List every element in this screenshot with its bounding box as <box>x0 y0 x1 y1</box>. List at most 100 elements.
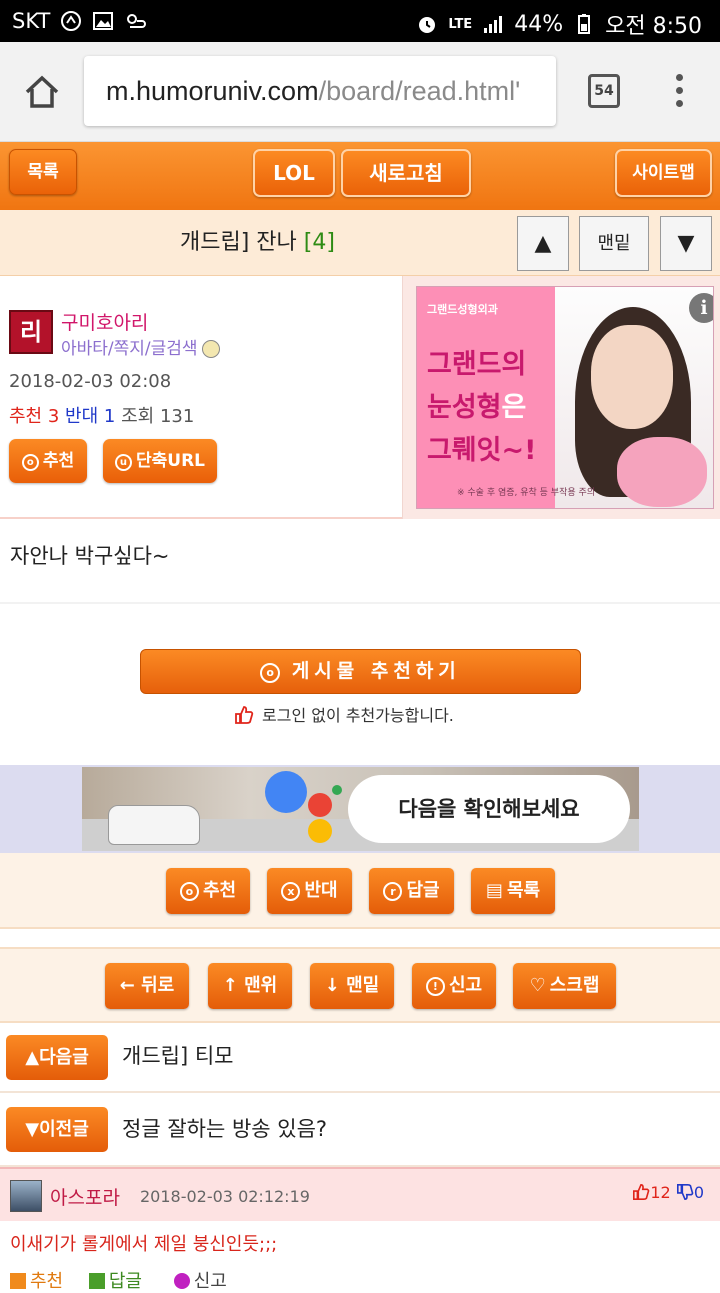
comment-date: 2018-02-03 02:12:19 <box>140 1187 310 1206</box>
oppose-button[interactable]: x 반대 <box>267 868 352 914</box>
address-bar[interactable]: m.humoruniv.com/board/read.html' <box>84 56 556 126</box>
title-row: 개드립] 잔나 [4] ▲ 맨밑 ▼ <box>0 210 720 276</box>
next-post-label: 다음글 <box>39 1047 89 1068</box>
comment-reply-button[interactable]: 답글 <box>109 1271 142 1292</box>
recommend-small-button[interactable]: o 추천 <box>9 439 87 483</box>
opp-count: 1 <box>103 406 116 427</box>
comment-up-count: 12 <box>650 1183 671 1202</box>
go-top-button[interactable]: ↑ 맨위 <box>208 963 292 1009</box>
scroll-up-button[interactable]: ▲ <box>517 216 569 271</box>
ad-line-2: 눈성형은 <box>427 386 536 429</box>
author-avatar[interactable]: 리 <box>9 310 53 354</box>
scroll-down-button[interactable]: ▼ <box>660 216 712 271</box>
list-bottom-button[interactable]: ▤ 목록 <box>471 868 555 914</box>
comment-report-button[interactable]: 신고 <box>194 1271 227 1292</box>
comment-rec-icon <box>10 1273 26 1289</box>
reply-button[interactable]: r 답글 <box>369 868 454 914</box>
no-login-note: 로그인 없이 추천가능합니다. <box>234 702 454 726</box>
recommend-post-label: 게시물 추천하기 <box>291 660 461 682</box>
recommend-post-button[interactable]: o 게시물 추천하기 <box>140 649 581 694</box>
author-links-text[interactable]: 아바타/쪽지/글검색 <box>61 339 198 359</box>
author-links[interactable]: 아바타/쪽지/글검색 <box>61 334 220 359</box>
ad-line-1: 그랜드의 <box>427 349 527 380</box>
post-date: 2018-02-03 02:08 <box>9 371 172 392</box>
assistant-yellow-dot <box>308 819 332 843</box>
comment-rec-button[interactable]: 추천 <box>30 1271 63 1292</box>
post-body: 자안나 박구싶다~ <box>10 544 170 568</box>
comment-actions: 추천 답글 신고 <box>10 1267 227 1293</box>
oppose-label: 반대 <box>304 880 338 901</box>
post-title-text: 개드립] 잔나 <box>180 230 297 255</box>
prev-post-title[interactable]: 정글 잘하는 방송 있음? <box>122 1095 327 1163</box>
views-label: 조회 <box>121 406 155 427</box>
recommend-icon: o <box>21 454 39 471</box>
lol-button[interactable]: LOL <box>253 149 335 197</box>
tab-switcher-button[interactable]: 54 <box>588 74 620 108</box>
comment-down[interactable]: 0 <box>676 1183 704 1202</box>
prev-post-button[interactable]: ▼이전글 <box>6 1107 108 1152</box>
recommend-button[interactable]: o 추천 <box>166 868 250 914</box>
commenter-name[interactable]: 아스포라 <box>50 1183 120 1210</box>
assistant-red-dot <box>308 793 332 817</box>
assistant-green-dot <box>332 785 342 795</box>
banner-ad: 다음을 확인해보세요 <box>0 765 720 853</box>
post-info: 리 구미호아리 아바타/쪽지/글검색 2018-02-03 02:08 추천 3… <box>0 276 720 519</box>
thumbs-down-icon <box>676 1183 694 1201</box>
back-button[interactable]: ← 뒤로 <box>105 963 189 1009</box>
sync-icon <box>61 11 82 31</box>
next-post-button[interactable]: ▲다음글 <box>6 1035 108 1080</box>
prev-post-row[interactable]: ▼이전글 정글 잘하는 방송 있음? <box>0 1095 720 1167</box>
url-path: /board/read.html' <box>318 76 521 106</box>
short-url-button[interactable]: u 단축URL <box>103 439 217 483</box>
scrap-button[interactable]: ♡ 스크랩 <box>513 963 616 1009</box>
refresh-button[interactable]: 새로고침 <box>341 149 471 197</box>
opp-label: 반대 <box>65 406 99 427</box>
status-bar: SKT LTE 44% 오전 8:50 <box>0 0 720 42</box>
next-post-title[interactable]: 개드립] 티모 <box>122 1023 233 1089</box>
reply-icon: r <box>383 882 403 901</box>
ad-brand: 그랜드성형외과 <box>427 303 498 316</box>
comment-header: 아스포라 2018-02-03 02:12:19 12 0 <box>0 1167 720 1221</box>
author-name[interactable]: 구미호아리 <box>61 308 148 335</box>
spacer <box>0 931 720 947</box>
comment-votes: 12 0 <box>632 1183 704 1202</box>
views-count: 131 <box>159 406 195 427</box>
comment-up[interactable]: 12 <box>632 1183 671 1202</box>
home-icon[interactable] <box>22 72 62 112</box>
network-label: LTE <box>448 16 473 32</box>
rec-count: 3 <box>47 406 60 427</box>
comment-down-count: 0 <box>693 1183 704 1202</box>
ad-line-2b: 은 <box>501 392 527 423</box>
ad-info-icon[interactable]: i <box>689 293 713 323</box>
battery-percent: 44% <box>514 11 564 37</box>
ad-image[interactable]: 그랜드성형외과 그랜드의 눈성형은 그뤠잇~! ※ 수술 후 염증, 유착 등 … <box>416 286 714 509</box>
weather-icon <box>127 14 147 28</box>
ad-box: 그랜드성형외과 그랜드의 눈성형은 그뤠잇~! ※ 수술 후 염증, 유착 등 … <box>402 276 720 519</box>
report-button[interactable]: ! 신고 <box>412 963 496 1009</box>
clock: 오전 8:50 <box>605 14 702 39</box>
comment-reply-icon <box>88 1273 105 1289</box>
comment-count: [4] <box>303 230 335 255</box>
carrier-label: SKT <box>12 9 51 33</box>
short-url-label: 단축URL <box>135 451 205 471</box>
post-actions: o 추천 x 반대 r 답글 ▤ 목록 <box>0 853 720 929</box>
banner-image[interactable]: 다음을 확인해보세요 <box>82 767 639 851</box>
comment-report-icon <box>173 1273 190 1289</box>
scroll-bottom-button[interactable]: 맨밑 <box>579 216 649 271</box>
list-button[interactable]: 목록 <box>9 149 77 195</box>
recommend-icon: o <box>179 882 199 901</box>
thumbs-up-icon <box>633 1183 650 1201</box>
next-post-row[interactable]: ▲다음글 개드립] 티모 <box>0 1023 720 1093</box>
list-bottom-label: 목록 <box>506 880 541 901</box>
rec-label: 추천 <box>9 406 43 427</box>
sitemap-button[interactable]: 사이트맵 <box>615 149 712 197</box>
go-bottom-button[interactable]: ↓ 맨밑 <box>310 963 394 1009</box>
recommend-small-label: 추천 <box>42 451 75 471</box>
post-counts: 추천 3 반대 1 조회 131 <box>9 402 194 428</box>
ad-line-3: 그뤠잇~! <box>427 435 537 466</box>
level-badge-icon <box>201 340 220 358</box>
commenter-avatar[interactable] <box>10 1180 42 1212</box>
more-menu-icon[interactable] <box>672 74 686 110</box>
recommend-icon: o <box>260 663 281 683</box>
alarm-icon <box>419 17 436 33</box>
